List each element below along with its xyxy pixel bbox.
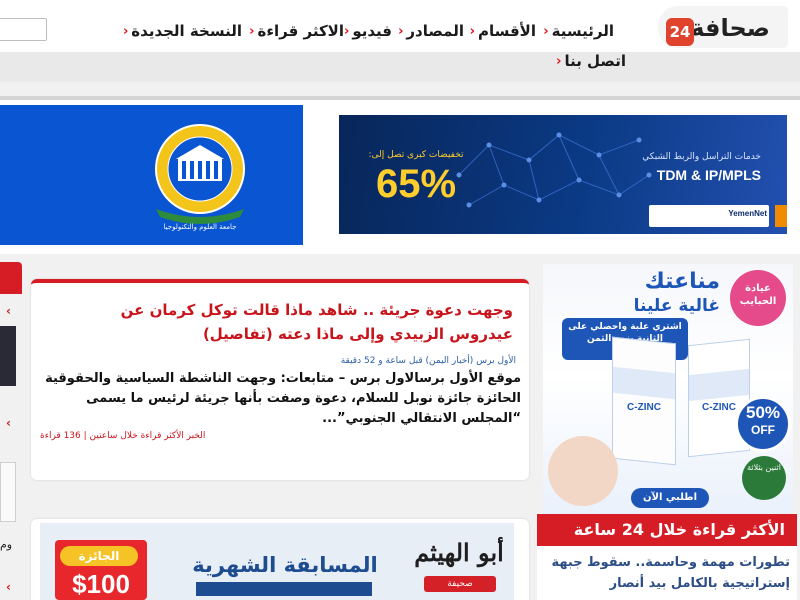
nav-most-read-label: الاكثر قراءة [257,22,344,40]
university-ad-banner[interactable]: جامعة العلوم والتكنولوجيا [0,105,303,245]
product-box-label: C-ZINC [627,402,661,413]
telecom-ad-discount-label: تخفيضات كبرى تصل إلى: [368,150,464,160]
chevron-left-icon: ‹ [398,23,404,39]
article-excerpt: موقع الأول برسالاول برس – متابعات: وجهت … [45,371,521,426]
header-secondary-row [0,52,800,82]
telecom-ad-subtitle: خدمات التراسل والربط الشبكي [642,152,761,162]
product-box-back [612,336,676,466]
competition-logo: أبو الهيثم [414,538,504,567]
left-sidebar-header [0,262,22,294]
pharmacy-brand: عيادة الحبايب [739,283,777,307]
chevron-left-icon: ‹ [556,53,562,69]
telecom-ad-brand: YemenNet [728,209,767,218]
article-meta[interactable]: الأول برس (أخبار اليمن) قبل ساعة و 52 دق… [58,355,516,367]
telecom-ad-banner[interactable]: خدمات التراسل والربط الشبكي TDM & IP/MPL… [339,115,787,234]
telecom-ad-product: TDM & IP/MPLS [656,167,761,183]
competition-prize-amount: $100 [72,569,130,599]
left-sidebar-thumbnail[interactable] [0,462,16,522]
chevron-left-icon: ‹ [122,23,129,39]
nav-new-version-label: النسخة الجديدة [131,22,242,40]
nav-contact[interactable]: اتصل بنا ‹ [556,50,626,72]
left-sidebar-text: وم [0,538,13,551]
order-now-button[interactable]: اطلبي الآن [631,488,709,508]
offer-seal-text: اثنين بثلاثة [747,463,781,472]
nav-new-version[interactable]: النسخة الجديدة ‹ [123,20,242,42]
chevron-left-icon: ‹ [249,23,255,39]
nav-home-label: الرئيسية [551,22,614,40]
most-read-title: الأكثر قراءة خلال 24 ساعة [573,520,785,539]
nav-sections[interactable]: الأقسام ‹ [470,20,536,42]
logo-badge: 24 [666,18,694,46]
nav-sources[interactable]: المصادر ‹ [398,20,464,42]
chevron-left-icon: ‹ [543,23,549,39]
left-sidebar-thumbnail[interactable] [0,326,16,386]
chevron-right-icon[interactable]: › [6,304,11,318]
article-title[interactable]: وجهت دعوة جريئة .. شاهد ماذا قالت توكل ك… [58,298,513,346]
chevron-right-icon[interactable]: › [6,416,11,430]
university-name: جامعة العلوم والتكنولوجيا [163,223,237,231]
most-read-item[interactable]: تطورات مهمة وحاسمة.. سقوط جبهة إستراتيجي… [546,552,790,594]
search-input[interactable] [0,18,47,41]
baby-image [548,436,618,506]
pharmacy-ad-subheadline: غالية علينا [633,296,720,316]
logo-text: صحافة [690,14,770,42]
nav-most-read[interactable]: الاكثر قراءة ‹ [249,20,344,42]
discount-percent: 50% [745,403,781,422]
competition-prize-label: الجائزة [60,546,138,566]
chevron-left-icon: ‹ [469,23,475,39]
discount-word: OFF [751,423,775,437]
nav-video-label: فيديو [352,22,392,40]
competition-title: المسابقة الشهرية [192,553,378,577]
university-emblem-icon [155,124,245,224]
chevron-right-icon[interactable]: › [6,580,11,594]
nav-sources-label: المصادر [406,22,464,40]
nav-home[interactable]: الرئيسية ‹ [543,20,614,42]
pharmacy-ad-headline: مناعتك [644,269,720,294]
site-logo[interactable]: صحافة 24 [658,6,788,48]
article-read-count: الخبر الأكثر قراءة خلال ساعتين | 136 قرا… [40,431,206,441]
nav-video[interactable]: فيديو ‹ [344,20,392,42]
competition-logo-sub: صحيفة [424,576,496,592]
nav-sections-label: الأقسام [477,22,536,40]
chevron-left-icon: ‹ [343,23,350,39]
telecom-ad-discount-value: 65% [375,162,457,206]
telecom-ad-accent [775,205,787,227]
competition-title-underline [196,582,372,596]
nav-contact-label: اتصل بنا [564,52,626,70]
